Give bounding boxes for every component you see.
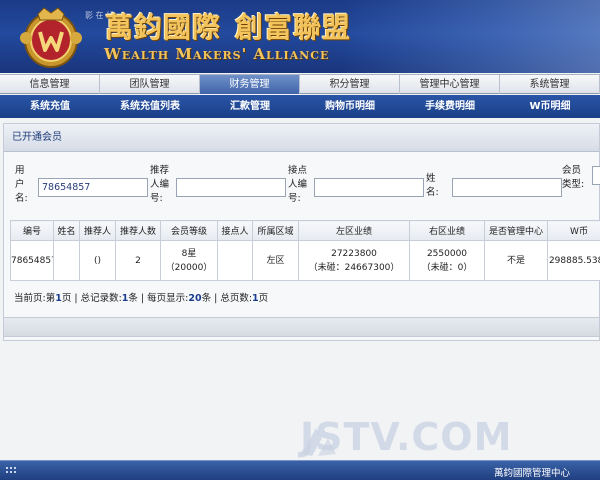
col-name[interactable]: 姓名 bbox=[53, 220, 80, 241]
col-is-center[interactable]: 是否管理中心 bbox=[484, 220, 548, 241]
cell-ref-count: 2 bbox=[115, 240, 161, 281]
col-ref-count[interactable]: 推荐人数 bbox=[115, 220, 161, 241]
status-bar: 萬鈞國際管理中心 bbox=[0, 460, 600, 480]
col-wcoin[interactable]: W币 bbox=[547, 220, 600, 241]
sub-nav: 系统充值 系统充值列表 汇款管理 购物币明细 手续费明细 W币明细 bbox=[0, 95, 600, 118]
sub-nav-wcoin-detail[interactable]: W币明细 bbox=[500, 95, 600, 118]
total-pages: 1 bbox=[252, 293, 259, 304]
cell-left-total: 27223800 bbox=[331, 248, 377, 259]
header-banner: 影 在 线 萬鈞國際 創富聯盟 Wealth Makers' Alliance bbox=[0, 0, 600, 73]
cell-level-amount: （20000） bbox=[165, 262, 213, 273]
panel-title: 已开通会员 bbox=[4, 124, 599, 152]
current-page: 1 bbox=[55, 293, 62, 304]
cell-id: 78654857 bbox=[10, 240, 54, 281]
grip-icon bbox=[6, 467, 16, 473]
action-bar bbox=[3, 317, 600, 337]
cell-name bbox=[53, 240, 80, 281]
col-left-performance[interactable]: 左区业绩 bbox=[298, 220, 410, 241]
cell-level-stars: 8星 bbox=[181, 248, 197, 259]
sub-nav-remittance[interactable]: 汇款管理 bbox=[200, 95, 300, 118]
col-right-performance[interactable]: 右区业绩 bbox=[409, 220, 485, 241]
name-label: 姓名: bbox=[426, 173, 439, 198]
col-contact[interactable]: 接点人 bbox=[217, 220, 253, 241]
brand-title-en: Wealth Makers' Alliance bbox=[104, 45, 330, 63]
name-input[interactable] bbox=[452, 178, 562, 197]
brand-cn-right: 創富聯盟 bbox=[235, 11, 352, 44]
sub-nav-system-recharge[interactable]: 系统充值 bbox=[0, 95, 100, 118]
app-window: 影 在 线 萬鈞國際 創富聯盟 Wealth Makers' Alliance 信… bbox=[0, 0, 600, 480]
referrer-label: 推荐人编号: bbox=[150, 165, 170, 204]
username-input[interactable] bbox=[38, 178, 148, 197]
cell-contact bbox=[217, 240, 253, 281]
cell-right-unmatched: （未碰：0） bbox=[421, 262, 473, 273]
pagination-info: 当前页:第1页 | 总记录数:1条 | 每页显示:20条 | 总页数:1页 bbox=[14, 293, 269, 304]
main-nav: 信息管理 团队管理 财务管理 积分管理 管理中心管理 系统管理 bbox=[0, 74, 600, 94]
col-level[interactable]: 会员等级 bbox=[160, 220, 218, 241]
cell-left-performance: 27223800 （未碰：24667300） bbox=[298, 240, 410, 281]
tab-center-management[interactable]: 管理中心管理 bbox=[400, 75, 500, 94]
watermark-text: JSTV.COM bbox=[300, 415, 513, 459]
footer-text: 萬鈞國際管理中心 bbox=[493, 468, 570, 479]
tab-info-management[interactable]: 信息管理 bbox=[0, 75, 100, 94]
contact-label: 接点人编号: bbox=[288, 165, 308, 204]
cell-wcoin: 298885.5385 bbox=[547, 240, 600, 281]
sub-nav-recharge-list[interactable]: 系统充值列表 bbox=[100, 95, 200, 118]
table-row[interactable]: 78654857 () 2 8星 （20000） 左区 27223800 （未碰：2… bbox=[10, 240, 600, 281]
col-referrer[interactable]: 推荐人 bbox=[79, 220, 116, 241]
brand-title-cn: 萬鈞國際 創富聯盟 bbox=[105, 6, 351, 46]
cell-is-center: 不是 bbox=[484, 240, 548, 281]
member-panel: 已开通会员 用户名: 推荐人编号: 接点人编号: 姓名: 会员类型: 编号 姓名… bbox=[3, 123, 600, 341]
member-table: 编号 姓名 推荐人 推荐人数 会员等级 接点人 所属区域 左区业绩 右区业绩 是… bbox=[10, 220, 600, 281]
cell-right-total: 2550000 bbox=[426, 248, 468, 259]
per-page: 20 bbox=[188, 293, 202, 304]
tab-finance-management[interactable]: 财务管理 bbox=[200, 75, 300, 94]
crest-logo-icon bbox=[20, 7, 82, 68]
table-header-row: 编号 姓名 推荐人 推荐人数 会员等级 接点人 所属区域 左区业绩 右区业绩 是… bbox=[10, 220, 600, 241]
username-label: 用户名: bbox=[15, 165, 28, 204]
col-region[interactable]: 所属区域 bbox=[252, 220, 299, 241]
member-type-select[interactable] bbox=[592, 166, 600, 185]
referrer-input[interactable] bbox=[176, 178, 286, 197]
tab-team-management[interactable]: 团队管理 bbox=[100, 75, 200, 94]
cell-level: 8星 （20000） bbox=[160, 240, 218, 281]
brand-cn-left: 萬鈞國際 bbox=[105, 11, 222, 44]
cell-right-performance: 2550000 （未碰：0） bbox=[409, 240, 485, 281]
member-type-label: 会员类型: bbox=[562, 165, 585, 190]
tab-points-management[interactable]: 积分管理 bbox=[300, 75, 400, 94]
sub-nav-fee-detail[interactable]: 手续费明细 bbox=[400, 95, 500, 118]
cell-left-unmatched: （未碰：24667300） bbox=[308, 262, 400, 273]
col-id[interactable]: 编号 bbox=[10, 220, 54, 241]
tab-system-management[interactable]: 系统管理 bbox=[500, 75, 600, 94]
search-form: 用户名: 推荐人编号: 接点人编号: 姓名: 会员类型: bbox=[4, 162, 600, 214]
sub-nav-shopping-coin[interactable]: 购物币明细 bbox=[300, 95, 400, 118]
cell-region: 左区 bbox=[252, 240, 299, 281]
contact-input[interactable] bbox=[314, 178, 424, 197]
cell-referrer: () bbox=[79, 240, 116, 281]
